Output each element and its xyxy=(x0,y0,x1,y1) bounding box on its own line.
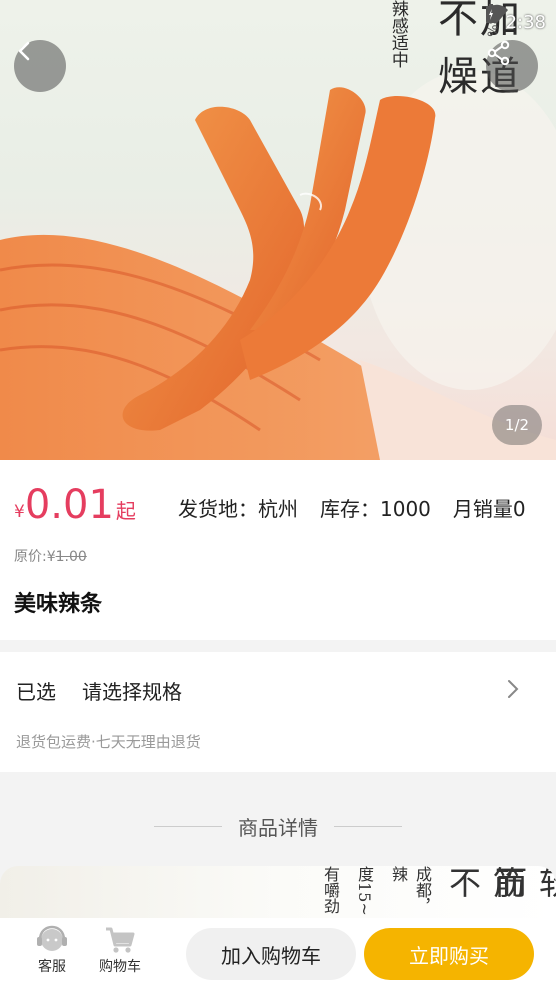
spec-placeholder: 请选择规格 xyxy=(82,680,182,704)
spec-panel: 已选 请选择规格 退货包运费·七天无理由退货 xyxy=(0,652,556,772)
buy-now-button[interactable]: 立即购买 xyxy=(364,928,534,980)
chevron-right-icon[interactable] xyxy=(506,678,520,700)
spec-selector[interactable]: 已选 请选择规格 xyxy=(16,676,182,705)
image-pager: 1/2 xyxy=(492,405,542,445)
original-price: 原价:¥1.00 xyxy=(14,546,87,566)
service-tab[interactable]: 客服 xyxy=(22,924,82,976)
share-icon xyxy=(487,40,510,66)
original-price-label: 原价:¥ xyxy=(14,549,56,565)
detail-big-text-2: 软筋 xyxy=(488,866,556,898)
service-label: 客服 xyxy=(38,959,66,975)
spec-selected-label: 已选 xyxy=(16,680,56,704)
bottom-action-bar: 客服 购物车 加入购物车 立即购买 xyxy=(0,918,556,990)
cart-label: 购物车 xyxy=(99,959,141,975)
price-panel: ¥ 0.01 起 发货地：杭州 库存：1000 月销量0 原价:¥1.00 美味… xyxy=(0,460,556,640)
detail-small-text-3: 成都，辣 xyxy=(389,866,432,914)
product-image-carousel[interactable]: 不加燥道 辣感适中 18% 2:38 1/2 xyxy=(0,0,556,460)
divider-left xyxy=(154,826,222,827)
back-button[interactable] xyxy=(14,40,66,92)
cart-icon xyxy=(106,927,135,953)
details-image: 有嚼劲 度15~ 成都，辣 而不 软筋 xyxy=(0,866,556,926)
share-button[interactable] xyxy=(486,40,538,92)
service-icon xyxy=(37,925,67,951)
price-suffix: 起 xyxy=(115,499,136,523)
detail-small-text-2: 度15~ xyxy=(355,866,374,916)
return-policy: 退货包运费·七天无理由退货 xyxy=(16,733,201,751)
divider-right xyxy=(334,826,402,827)
ship-from: 发货地：杭州 xyxy=(178,497,298,521)
back-icon xyxy=(18,41,30,61)
product-title: 美味辣条 xyxy=(14,592,103,617)
price-value: 0.01 xyxy=(24,482,114,528)
stock: 库存：1000 xyxy=(320,497,431,521)
product-meta: 发货地：杭州 库存：1000 月销量0 xyxy=(178,493,526,522)
cart-tab[interactable]: 购物车 xyxy=(90,924,150,976)
details-title: 商品详情 xyxy=(238,816,318,840)
original-price-value: 1.00 xyxy=(55,549,87,565)
monthly-sales: 月销量0 xyxy=(452,497,526,521)
battery-icon xyxy=(485,4,496,23)
currency-symbol: ¥ xyxy=(14,502,25,522)
status-bar: 18% 2:38 xyxy=(484,4,546,40)
details-header: 商品详情 xyxy=(0,812,556,841)
clock: 2:38 xyxy=(505,11,546,33)
add-to-cart-button[interactable]: 加入购物车 xyxy=(186,928,356,980)
detail-small-text-1: 有嚼劲 xyxy=(321,866,340,914)
hero-overlay-vertical: 辣感适中 xyxy=(387,0,408,68)
price: ¥ 0.01 起 xyxy=(14,482,136,528)
